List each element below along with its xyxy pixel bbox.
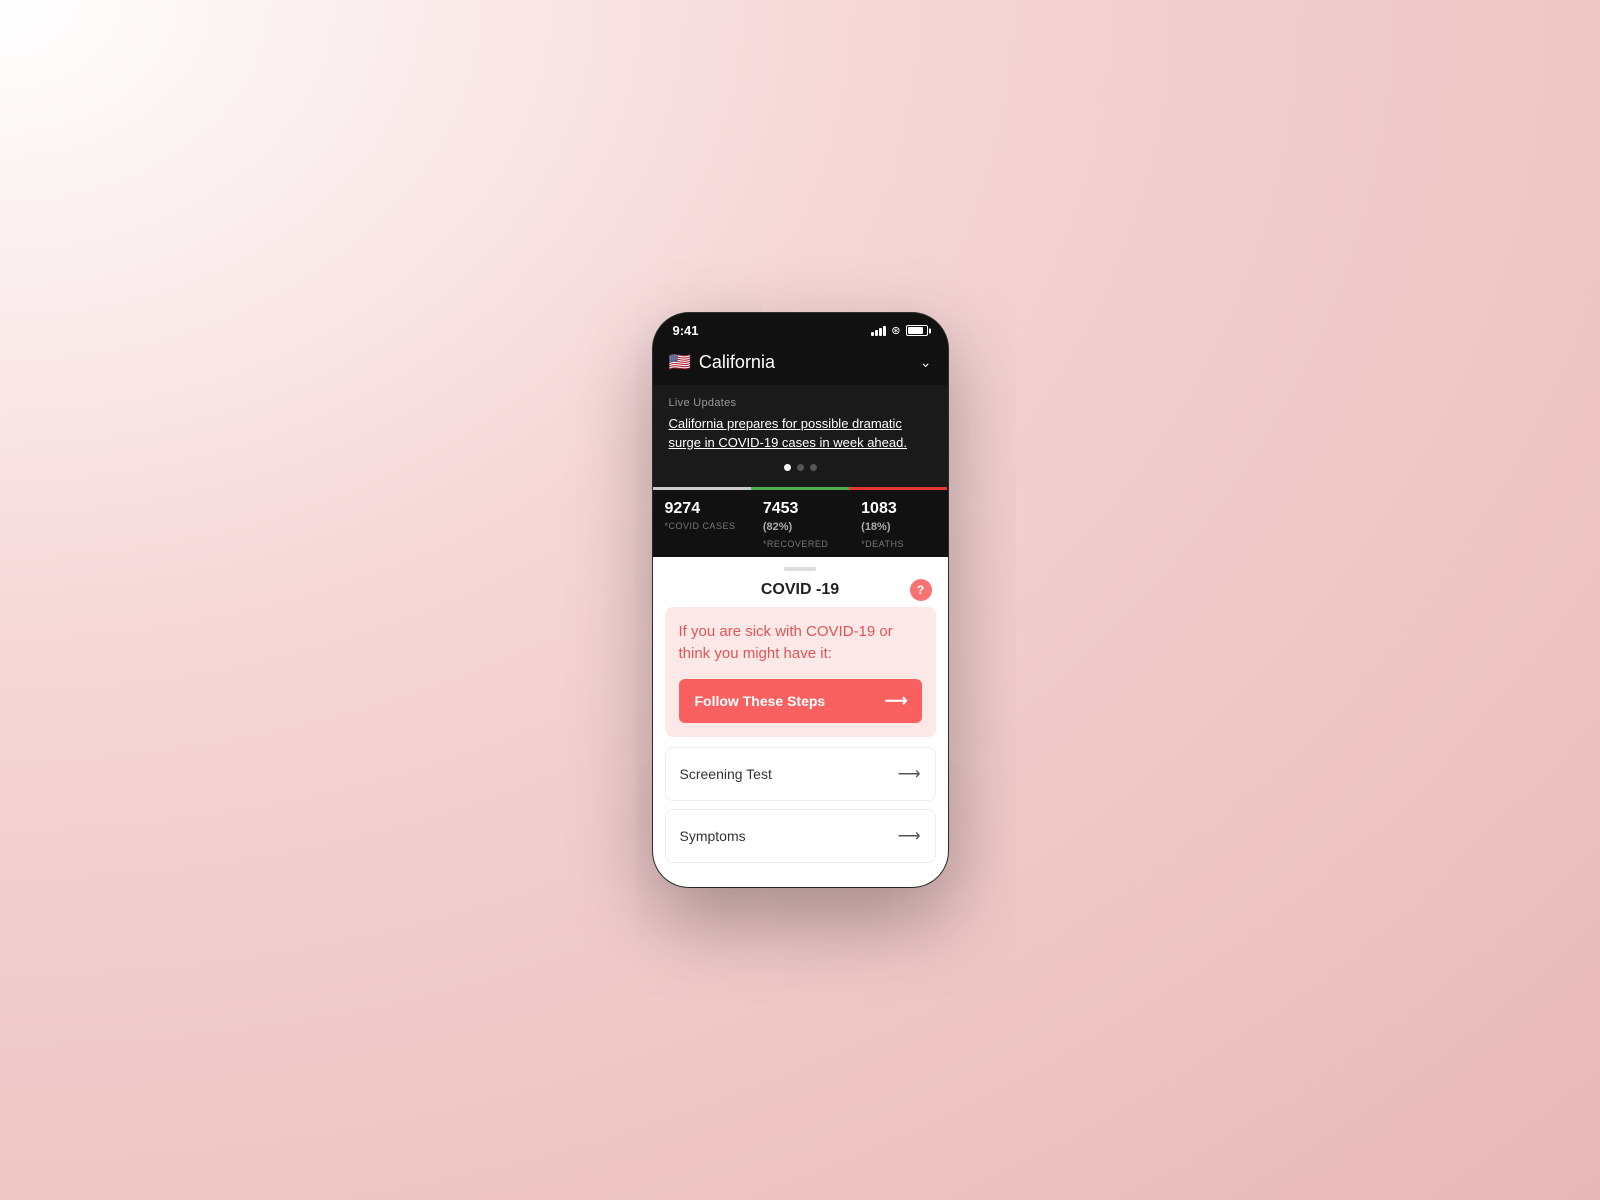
deaths-label: *DEATHS bbox=[861, 539, 935, 549]
phone-frame: 9:41 ⊛ 🇺🇸 California ⌄ Live Updates Cali… bbox=[653, 313, 948, 886]
recovered-value: 7453 (82%) bbox=[763, 500, 837, 535]
symptoms-label: Symptoms bbox=[680, 828, 746, 844]
location-name: California bbox=[699, 352, 775, 373]
dot-1[interactable] bbox=[784, 464, 791, 471]
cases-label: *COVID CASES bbox=[665, 521, 739, 531]
dot-2[interactable] bbox=[797, 464, 804, 471]
location-header[interactable]: 🇺🇸 California ⌄ bbox=[653, 344, 948, 385]
cases-value: 9274 bbox=[665, 500, 739, 518]
symptoms-arrow-icon: ⟶ bbox=[898, 826, 921, 846]
info-card: If you are sick with COVID-19 or think y… bbox=[665, 607, 936, 737]
battery-icon bbox=[906, 325, 928, 336]
news-headline[interactable]: California prepares for possible dramati… bbox=[669, 415, 932, 451]
location-selector[interactable]: 🇺🇸 California bbox=[669, 352, 775, 373]
screening-test-label: Screening Test bbox=[680, 766, 772, 782]
screening-test-item[interactable]: Screening Test ⟶ bbox=[665, 747, 936, 801]
sheet-header: COVID -19 ? bbox=[653, 571, 948, 607]
status-bar: 9:41 ⊛ bbox=[653, 313, 948, 344]
wifi-icon: ⊛ bbox=[891, 324, 900, 337]
recovered-label: *RECOVERED bbox=[763, 539, 837, 549]
sheet-handle bbox=[653, 557, 948, 571]
pagination-dots bbox=[669, 464, 932, 471]
stats-row: 9274 *COVID CASES 7453 (82%) *RECOVERED … bbox=[653, 487, 948, 557]
sheet-title: COVID -19 bbox=[761, 581, 839, 599]
bottom-sheet: COVID -19 ? If you are sick with COVID-1… bbox=[653, 557, 948, 887]
stat-recovered: 7453 (82%) *RECOVERED bbox=[751, 487, 849, 557]
help-button[interactable]: ? bbox=[910, 579, 932, 601]
flag-icon: 🇺🇸 bbox=[669, 352, 691, 373]
live-updates-label: Live Updates bbox=[669, 397, 932, 409]
status-time: 9:41 bbox=[673, 323, 699, 338]
stat-cases: 9274 *COVID CASES bbox=[653, 487, 751, 557]
arrow-right-icon: ⟶ bbox=[885, 691, 906, 711]
follow-steps-button[interactable]: Follow These Steps ⟶ bbox=[679, 679, 922, 723]
stat-deaths: 1083 (18%) *DEATHS bbox=[849, 487, 947, 557]
chevron-down-icon[interactable]: ⌄ bbox=[920, 354, 932, 371]
dot-3[interactable] bbox=[810, 464, 817, 471]
status-icons: ⊛ bbox=[871, 324, 927, 337]
info-text: If you are sick with COVID-19 or think y… bbox=[679, 621, 922, 665]
symptoms-item[interactable]: Symptoms ⟶ bbox=[665, 809, 936, 863]
news-banner: Live Updates California prepares for pos… bbox=[653, 385, 948, 486]
screening-arrow-icon: ⟶ bbox=[898, 764, 921, 784]
signal-icon bbox=[871, 326, 886, 336]
deaths-value: 1083 (18%) bbox=[861, 500, 935, 535]
